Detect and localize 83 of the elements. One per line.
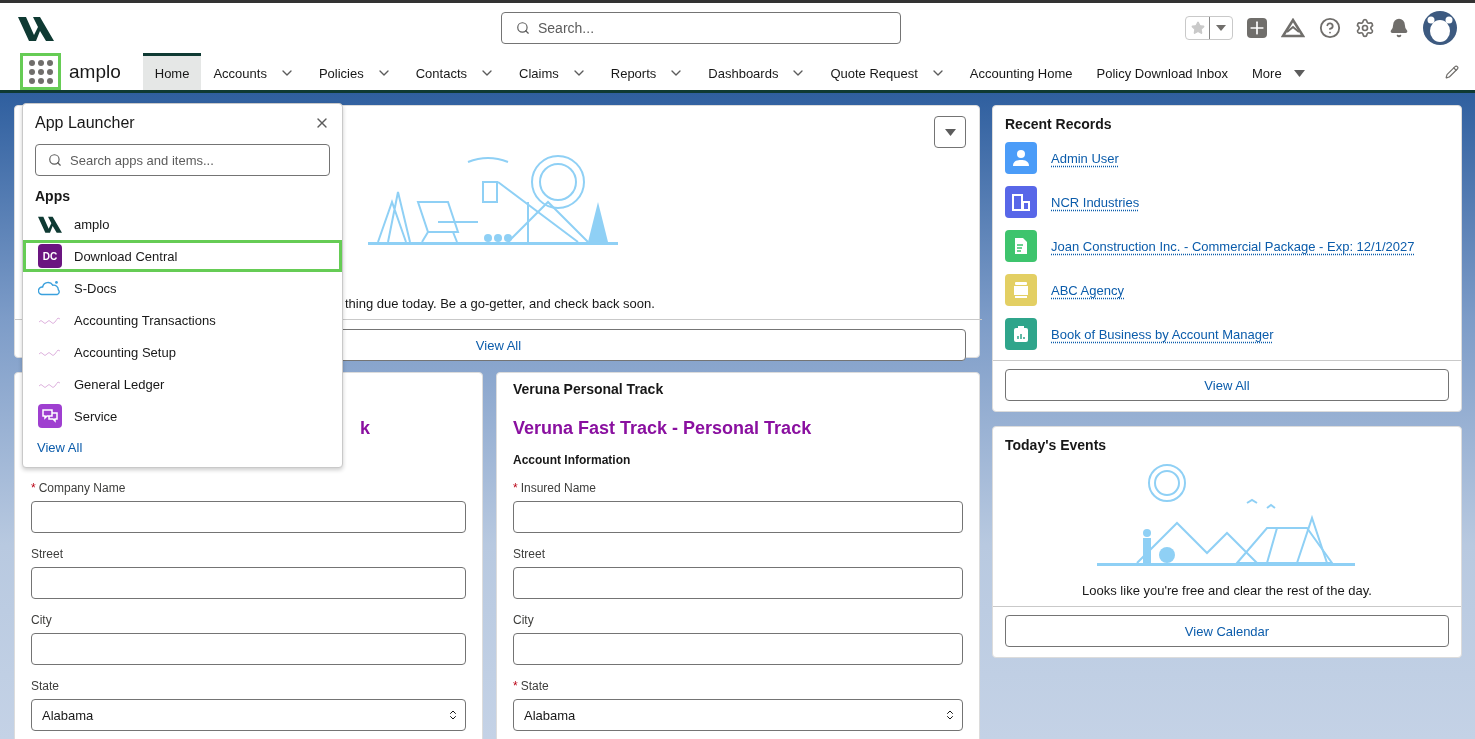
app-item[interactable]: DC Download Central — [23, 240, 342, 272]
input-field[interactable] — [513, 501, 963, 533]
nav-tab[interactable]: Claims — [507, 53, 599, 90]
search-icon — [48, 153, 62, 167]
document-icon — [1012, 237, 1030, 255]
nav-tab[interactable]: Contacts — [403, 53, 508, 90]
nav-tab[interactable]: Accounts — [201, 53, 307, 90]
state-select[interactable]: Alabama — [513, 699, 963, 731]
updown-icon — [944, 709, 956, 721]
input-field[interactable] — [31, 567, 466, 599]
record-link[interactable]: ABC Agency — [1051, 282, 1124, 298]
add-icon[interactable] — [1247, 18, 1267, 38]
field-label: * State — [513, 679, 550, 693]
form-heading: k — [359, 418, 371, 439]
app-launcher-button[interactable] — [20, 53, 61, 90]
card-title: Recent Records — [1005, 116, 1113, 132]
building-icon — [1012, 193, 1030, 211]
state-select[interactable]: Alabama — [31, 699, 466, 731]
record-link[interactable]: Book of Business by Account Manager — [1051, 326, 1274, 342]
app-item[interactable]: Service — [23, 400, 342, 432]
app-badge: DC — [38, 244, 62, 268]
input-field[interactable] — [513, 567, 963, 599]
app-item[interactable]: amplo — [23, 208, 342, 240]
help-icon[interactable] — [1319, 17, 1341, 39]
form-heading: Veruna Fast Track - Personal Track — [513, 418, 813, 439]
clipboard-chart-icon — [1012, 325, 1030, 343]
view-all-button[interactable]: View All — [1005, 369, 1449, 401]
nav-tab[interactable]: Quote Request — [818, 53, 958, 90]
search-icon — [516, 21, 530, 35]
more-tab[interactable]: More — [1240, 53, 1317, 90]
logo-icon — [18, 15, 54, 41]
field-label: Street — [513, 547, 546, 561]
record-link[interactable]: NCR Industries — [1051, 194, 1140, 210]
field-label: State — [31, 679, 61, 693]
person-icon — [1012, 149, 1030, 167]
favorites-button[interactable] — [1185, 16, 1233, 40]
caret-icon — [1293, 69, 1305, 77]
view-calendar-button[interactable]: View Calendar — [1005, 615, 1449, 647]
nav-tab[interactable]: Accounting Home — [957, 53, 1085, 90]
field-label: * Company Name — [31, 481, 127, 495]
nav-tab[interactable]: Policies — [306, 53, 404, 90]
nav-tab[interactable]: Reports — [598, 53, 697, 90]
chat-icon — [38, 404, 62, 428]
edit-icon[interactable] — [1445, 64, 1459, 79]
caret-icon — [944, 128, 956, 136]
view-all-link[interactable]: View All — [37, 440, 330, 455]
app-item[interactable]: S-Docs — [23, 272, 342, 304]
settings-icon[interactable] — [1355, 18, 1375, 38]
search-field[interactable]: Search... — [501, 12, 901, 44]
section-title: Apps — [35, 188, 71, 204]
field-label: City — [513, 613, 535, 627]
panel-title: App Launcher — [35, 114, 135, 132]
card-title: Today's Events — [1005, 437, 1108, 453]
nav-tab[interactable]: Policy Download Inbox — [1084, 53, 1240, 90]
app-name: amplo — [69, 60, 121, 83]
search-field[interactable]: Search apps and items... — [35, 144, 330, 176]
nav-tab[interactable]: Dashboards — [696, 53, 819, 90]
field-label: Street — [31, 547, 64, 561]
card-title: Veruna Personal Track — [513, 381, 665, 398]
container-icon — [1012, 281, 1030, 299]
star-icon — [1190, 21, 1205, 35]
logo-icon — [38, 215, 62, 233]
empty-message: Looks like you're free and clear the rest of the day. — [1081, 583, 1373, 598]
field-label: City — [31, 613, 53, 627]
caret-icon — [1216, 25, 1226, 31]
notifications-icon[interactable] — [1389, 18, 1409, 38]
input-field[interactable] — [513, 633, 963, 665]
input-field[interactable] — [31, 501, 466, 533]
empty-message: thing due today. Be a go-getter, and check back soon. — [344, 296, 656, 311]
avatar-icon[interactable] — [1423, 11, 1457, 45]
record-link[interactable]: Admin User — [1051, 150, 1119, 166]
dropdown-button[interactable] — [934, 116, 966, 148]
record-link[interactable]: Joan Construction Inc. - Commercial Package - Exp: 12/1/2027 — [1051, 238, 1415, 254]
wordmark-icon — [38, 347, 62, 357]
wordmark-icon — [38, 379, 62, 389]
nav-tab[interactable]: Home — [142, 53, 202, 90]
section-title: Account Information — [513, 453, 632, 467]
updown-icon — [447, 709, 459, 721]
field-label: * Insured Name — [513, 481, 598, 495]
input-field[interactable] — [31, 633, 466, 665]
wordmark-icon — [38, 315, 62, 325]
app-item[interactable]: General Ledger — [23, 368, 342, 400]
cloud-icon — [38, 278, 62, 298]
